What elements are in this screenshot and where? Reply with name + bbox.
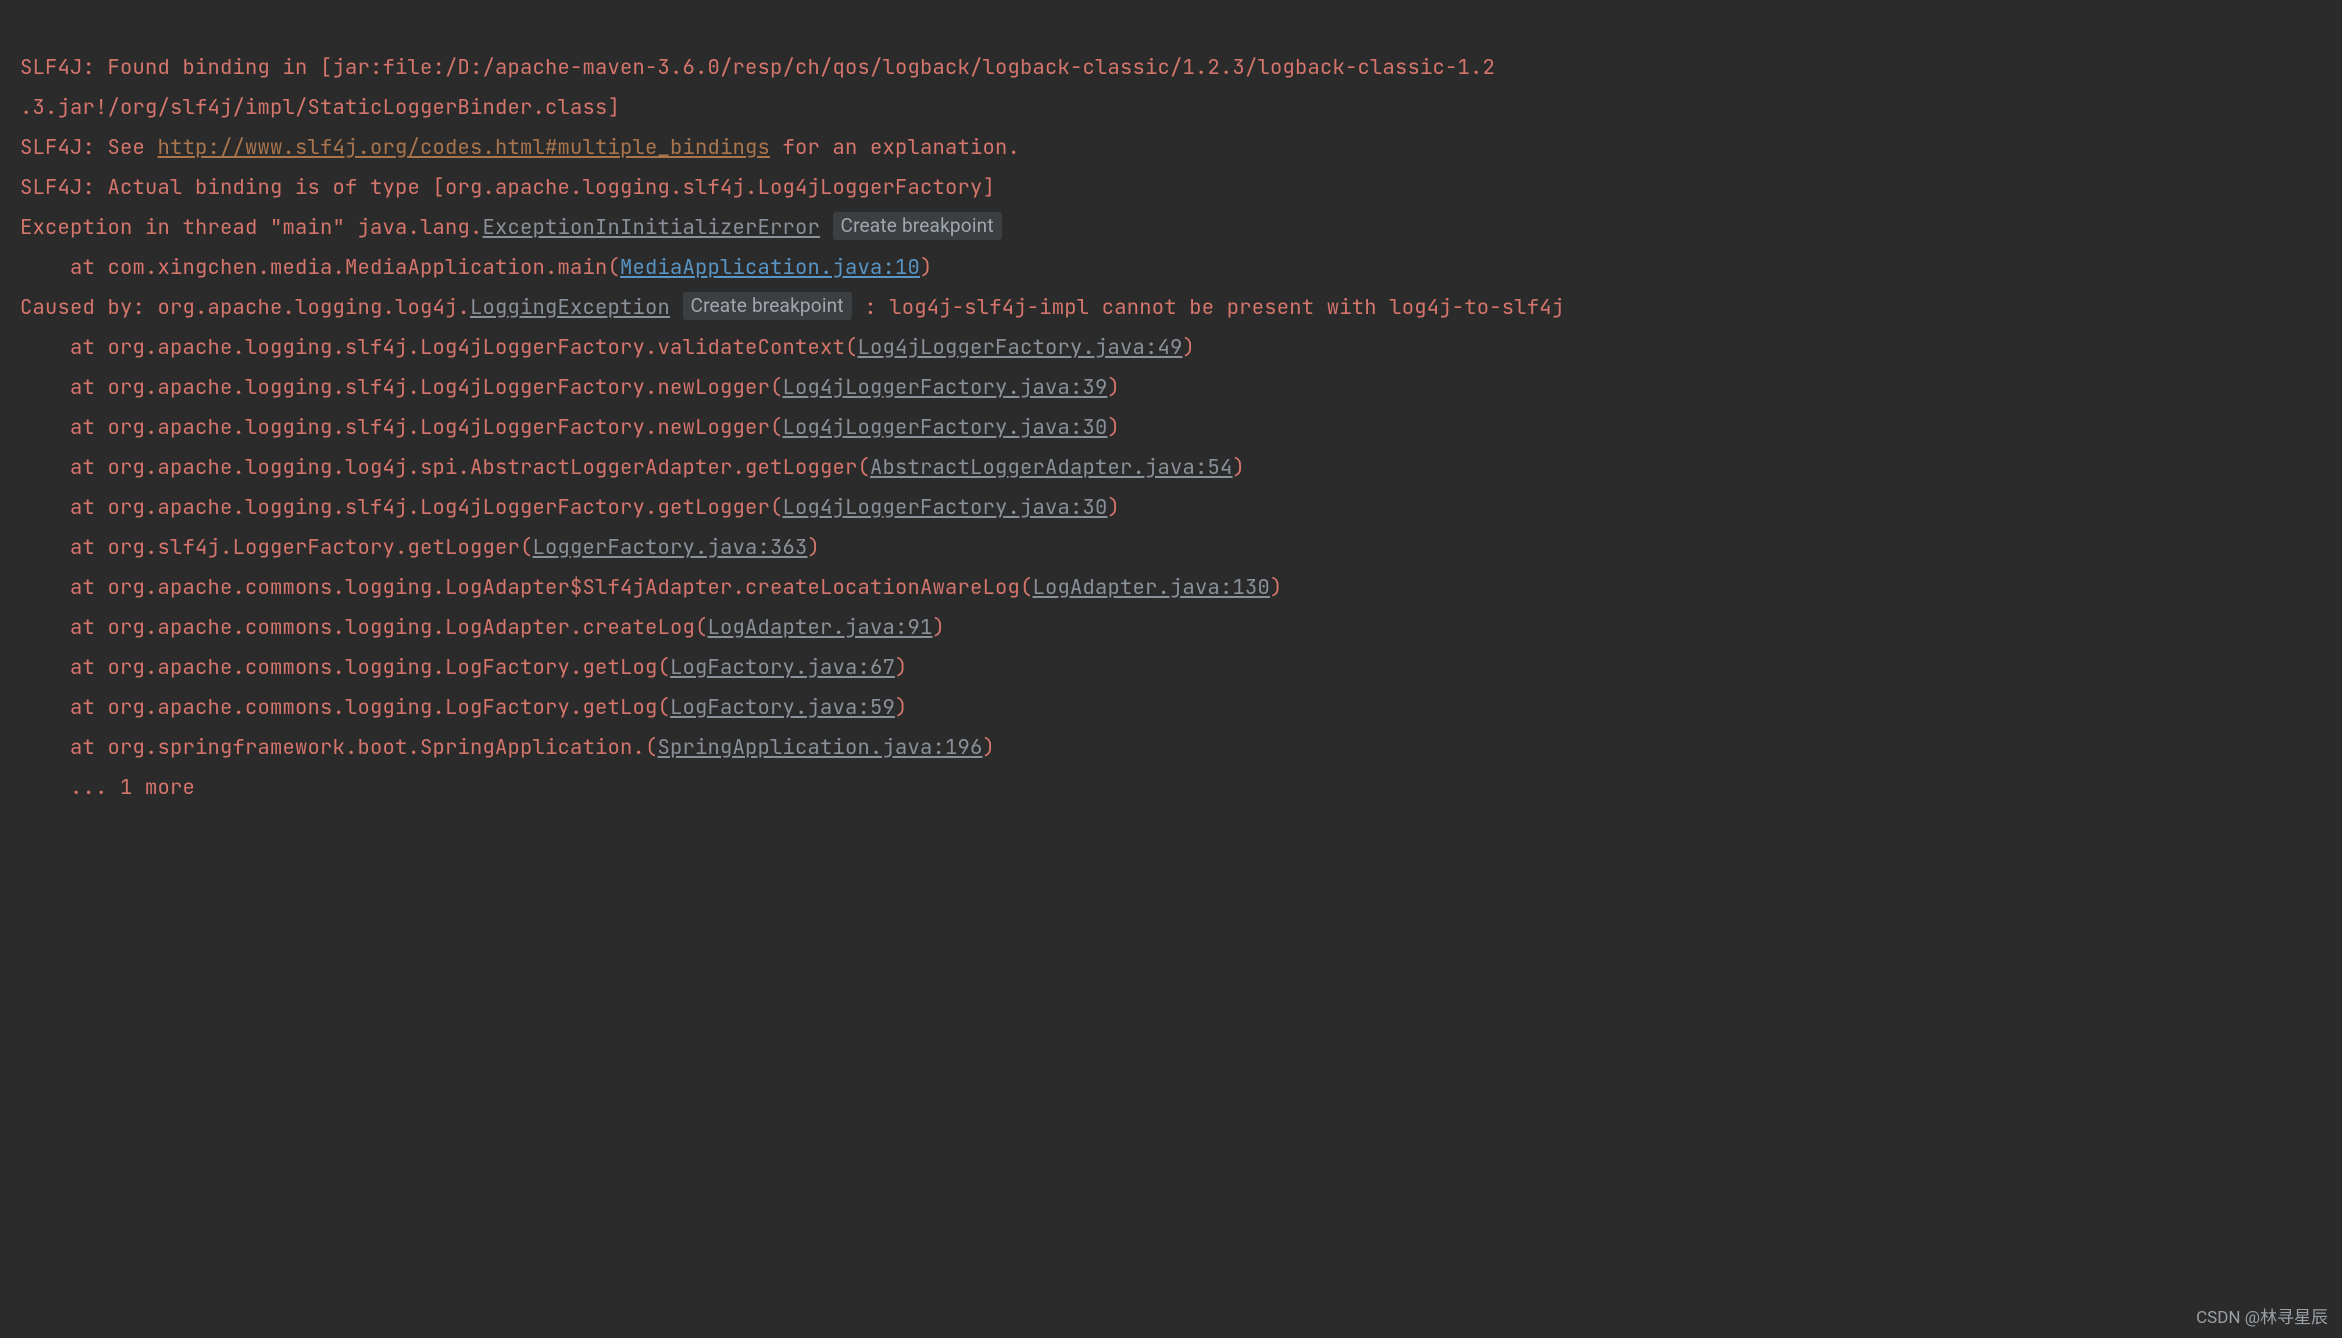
stack-frame: at org.apache.logging.slf4j.Log4jLoggerF… [20, 374, 783, 401]
stack-frame: at org.apache.commons.logging.LogFactory… [20, 654, 670, 681]
log-suffix: for an explanation. [770, 134, 1020, 161]
source-link[interactable]: SpringApplication.java:196 [658, 734, 983, 761]
source-link[interactable]: AbstractLoggerAdapter.java:54 [870, 454, 1233, 481]
create-breakpoint-button[interactable]: Create breakpoint [683, 292, 852, 320]
stack-more: ... 1 more [20, 774, 195, 801]
caused-by-message: : log4j-slf4j-impl cannot be present wit… [852, 294, 1565, 321]
source-link[interactable]: LogFactory.java:59 [670, 694, 895, 721]
stack-frame: at org.apache.logging.slf4j.Log4jLoggerF… [20, 494, 783, 521]
stack-frame: at org.apache.logging.slf4j.Log4jLoggerF… [20, 334, 858, 361]
console-output: SLF4J: Found binding in [jar:file:/D:/ap… [0, 0, 2342, 808]
exception-prefix: Exception in thread "main" java.lang. [20, 214, 483, 241]
watermark: CSDN @林寻星辰 [2196, 1308, 2328, 1328]
log-prefix: SLF4J: See [20, 134, 158, 161]
create-breakpoint-button[interactable]: Create breakpoint [833, 212, 1002, 240]
exception-class-link[interactable]: LoggingException [470, 294, 670, 321]
source-link[interactable]: Log4jLoggerFactory.java:49 [858, 334, 1183, 361]
source-link[interactable]: LogFactory.java:67 [670, 654, 895, 681]
source-link[interactable]: LogAdapter.java:91 [708, 614, 933, 641]
external-link[interactable]: http://www.slf4j.org/codes.html#multiple… [158, 134, 771, 161]
exception-class-link[interactable]: ExceptionInInitializerError [483, 214, 821, 241]
stack-frame: at org.apache.commons.logging.LogAdapter… [20, 574, 1033, 601]
source-link[interactable]: MediaApplication.java:10 [620, 254, 920, 281]
source-link[interactable]: Log4jLoggerFactory.java:30 [783, 414, 1108, 441]
stack-frame: at org.apache.logging.log4j.spi.Abstract… [20, 454, 870, 481]
stack-frame: at org.apache.logging.slf4j.Log4jLoggerF… [20, 414, 783, 441]
source-link[interactable]: Log4jLoggerFactory.java:39 [783, 374, 1108, 401]
caused-by-prefix: Caused by: org.apache.logging.log4j. [20, 294, 470, 321]
stack-frame: at org.apache.commons.logging.LogAdapter… [20, 614, 708, 641]
source-link[interactable]: LogAdapter.java:130 [1033, 574, 1271, 601]
source-link[interactable]: LoggerFactory.java:363 [533, 534, 808, 561]
stack-frame: at org.springframework.boot.SpringApplic… [20, 734, 658, 761]
stack-frame: at org.apache.commons.logging.LogFactory… [20, 694, 670, 721]
log-line: SLF4J: Found binding in [jar:file:/D:/ap… [20, 54, 1495, 121]
log-line: SLF4J: Actual binding is of type [org.ap… [20, 174, 995, 201]
stack-frame: at com.xingchen.media.MediaApplication.m… [20, 254, 620, 281]
source-link[interactable]: Log4jLoggerFactory.java:30 [783, 494, 1108, 521]
stack-frame: at org.slf4j.LoggerFactory.getLogger( [20, 534, 533, 561]
